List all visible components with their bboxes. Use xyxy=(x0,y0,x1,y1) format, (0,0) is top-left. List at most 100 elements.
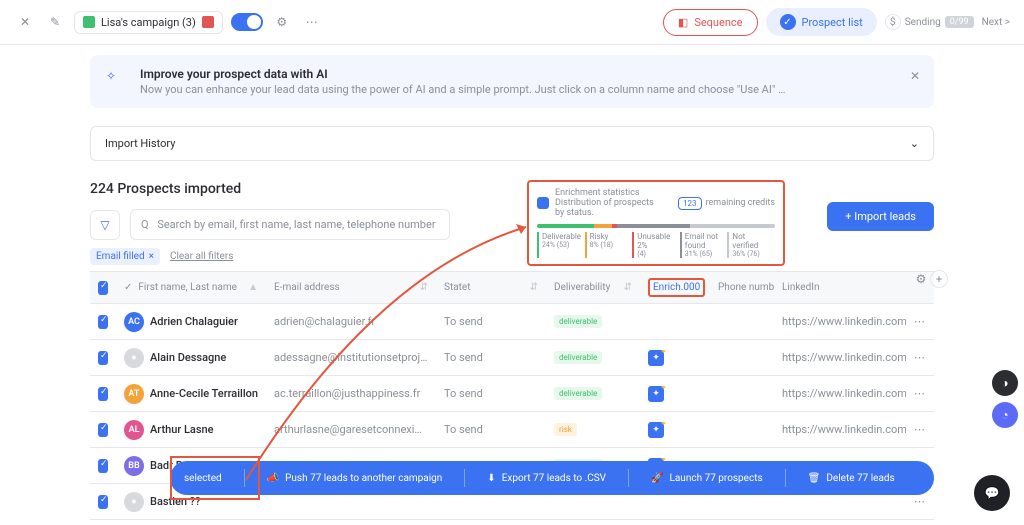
clear-filters-link[interactable]: Clear all filters xyxy=(170,251,233,262)
rocket-icon: 🚀 xyxy=(651,473,663,484)
filter-chip-email[interactable]: Email filled × xyxy=(90,248,160,265)
close-icon[interactable]: ✕ xyxy=(14,11,36,33)
prospect-list-button[interactable]: ✓ Prospect list xyxy=(766,8,877,36)
push-leads-button[interactable]: 📣Push 77 leads to another campaign xyxy=(267,473,443,484)
row-checkbox[interactable] xyxy=(98,459,108,473)
delete-leads-button[interactable]: 🗑Delete 77 leads xyxy=(808,473,895,484)
banner-title: Improve your prospect data with AI xyxy=(140,67,785,81)
megaphone-icon: 📣 xyxy=(267,473,279,484)
trash-icon: 🗑 xyxy=(808,473,821,484)
th-phone[interactable]: Phone number xyxy=(710,282,774,293)
prospect-email: adrien@chalaguier.fr xyxy=(266,315,436,328)
table-row[interactable]: ALArthur Lasnearthurlasne@garesetconnexi… xyxy=(90,412,934,448)
download-icon: ⬇ xyxy=(487,473,495,484)
row-checkbox[interactable] xyxy=(98,423,108,437)
th-linkedin[interactable]: LinkedIn xyxy=(774,282,906,293)
add-column-icon[interactable]: + xyxy=(930,270,948,288)
row-checkbox[interactable] xyxy=(98,387,108,401)
enrich-icon[interactable]: ✦ xyxy=(648,422,664,438)
deliverability-tag: risk xyxy=(554,423,577,436)
deliverability-tag: deliverable xyxy=(554,351,602,364)
th-status[interactable]: Statet⇵ xyxy=(436,282,546,293)
table-row[interactable]: AC Adrien Chalaguier adrien@chalaguier.fr T… xyxy=(90,304,934,340)
prospects-count: 224 Prospects imported xyxy=(90,181,934,197)
th-email[interactable]: E-mail address⇵ xyxy=(266,282,436,293)
widget-1[interactable]: ◑ xyxy=(992,370,1018,396)
chevron-down-icon: ⌄ xyxy=(910,137,919,150)
sending-indicator: $ Sending 0/99 xyxy=(885,14,974,30)
prospect-name: Alain Dessagne xyxy=(150,351,226,364)
linkedin-link[interactable]: https://www.linkedin.com/in/… xyxy=(774,387,906,400)
chip-close-icon[interactable]: × xyxy=(149,251,154,262)
avatar: ● xyxy=(124,492,144,512)
th-name[interactable]: ✓First name, Last name▲ xyxy=(116,282,266,293)
prospect-name: Adrien Chalaguier xyxy=(150,315,238,328)
stats-icon xyxy=(537,197,549,209)
table-row[interactable]: BGBenoît Galbertb.galbert@espacio-groupe… xyxy=(90,520,934,525)
th-enrich[interactable]: Enrich.000 xyxy=(640,278,710,297)
row-more-icon[interactable]: ⋯ xyxy=(906,495,934,508)
row-checkbox[interactable] xyxy=(98,495,108,509)
filter-chip-label: Email filled xyxy=(96,251,145,262)
filter-icon[interactable]: ▽ xyxy=(90,210,120,240)
campaign-color-2 xyxy=(202,16,214,28)
linkedin-link[interactable]: https://www.linkedin.com/in/… xyxy=(774,423,906,436)
prospect-status: To send xyxy=(444,315,483,328)
more-icon[interactable]: ⋯ xyxy=(301,11,323,33)
chat-button[interactable]: 💬 xyxy=(974,475,1010,511)
ai-banner: ✧ Improve your prospect data with AI Now… xyxy=(90,55,934,108)
prospect-status: To send xyxy=(444,351,483,364)
row-more-icon[interactable]: ⋯ xyxy=(906,387,934,400)
search-icon: Q xyxy=(141,218,149,231)
avatar: AL xyxy=(124,420,144,440)
search-placeholder: Search by email, first name, last name, … xyxy=(157,218,435,231)
linkedin-link[interactable]: https://www.linkedin.com/in/… xyxy=(774,315,906,328)
credits-label: remaining credits xyxy=(706,198,775,208)
select-all-checkbox[interactable] xyxy=(98,281,108,295)
deliverability-tag: deliverable xyxy=(554,387,602,400)
sending-count: 0/99 xyxy=(945,16,974,28)
banner-close-icon[interactable]: ✕ xyxy=(910,69,920,83)
sequence-button[interactable]: ◧ Sequence xyxy=(663,9,758,36)
prospect-email: arthurlasne@garesetconnexi… xyxy=(266,423,436,436)
banner-subtitle: Now you can enhance your lead data using… xyxy=(140,83,785,96)
bulk-action-bar: selected 📣Push 77 leads to another campa… xyxy=(170,461,934,495)
side-widgets: ◑ ◔ xyxy=(992,370,1018,428)
table-row[interactable]: ATAnne-Cecile Terraillonac.terraillon@ju… xyxy=(90,376,934,412)
campaign-toggle[interactable] xyxy=(231,13,263,31)
next-button[interactable]: Next > xyxy=(982,17,1010,28)
row-checkbox[interactable] xyxy=(98,351,108,365)
wand-icon[interactable]: ✎ xyxy=(44,11,66,33)
widget-2[interactable]: ◔ xyxy=(992,402,1018,428)
table-settings-icon[interactable]: ⚙ xyxy=(912,270,930,288)
stats-title: Enrichment statistics Distribution of pr… xyxy=(555,188,665,218)
campaign-chip[interactable]: Lisa's campaign (3) xyxy=(74,11,223,34)
clock-icon: ◧ xyxy=(678,16,688,29)
row-more-icon[interactable]: ⋯ xyxy=(906,315,934,328)
prospect-name: Bastien ?? xyxy=(150,495,200,508)
th-deliverability[interactable]: Deliverability⇵ xyxy=(546,282,640,293)
export-csv-button[interactable]: ⬇Export 77 leads to .CSV xyxy=(487,473,606,484)
row-more-icon[interactable]: ⋯ xyxy=(906,423,934,436)
selected-count: selected xyxy=(184,473,222,484)
import-history-accordion[interactable]: Import History ⌄ xyxy=(90,126,934,161)
prospect-email: adessagne@institutionsetproj… xyxy=(266,351,436,364)
campaign-name: Lisa's campaign (3) xyxy=(101,16,196,29)
import-leads-button[interactable]: + Import leads xyxy=(827,202,934,231)
search-input[interactable]: Q Search by email, first name, last name… xyxy=(130,209,450,240)
row-more-icon[interactable]: ⋯ xyxy=(906,351,934,364)
row-checkbox[interactable] xyxy=(98,315,108,329)
linkedin-link[interactable]: https://www.linkedin.com/in/… xyxy=(774,351,906,364)
avatar: AC xyxy=(124,312,144,332)
sequence-label: Sequence xyxy=(694,16,742,29)
avatar: ● xyxy=(124,348,144,368)
check-icon: ✓ xyxy=(780,14,796,30)
enrich-icon[interactable]: ✦ xyxy=(648,350,664,366)
table-header: ✓First name, Last name▲ E-mail address⇵ … xyxy=(90,272,934,304)
table-row[interactable]: ● Alain Dessagne adessagne@institutionsetp… xyxy=(90,340,934,376)
settings-icon[interactable]: ⚙ xyxy=(271,11,293,33)
prospect-email: ac.terraillon@justhappiness.fr xyxy=(266,387,436,400)
enrich-icon[interactable]: ✦ xyxy=(648,386,664,402)
launch-prospects-button[interactable]: 🚀Launch 77 prospects xyxy=(651,473,763,484)
prospect-status: To send xyxy=(444,387,483,400)
